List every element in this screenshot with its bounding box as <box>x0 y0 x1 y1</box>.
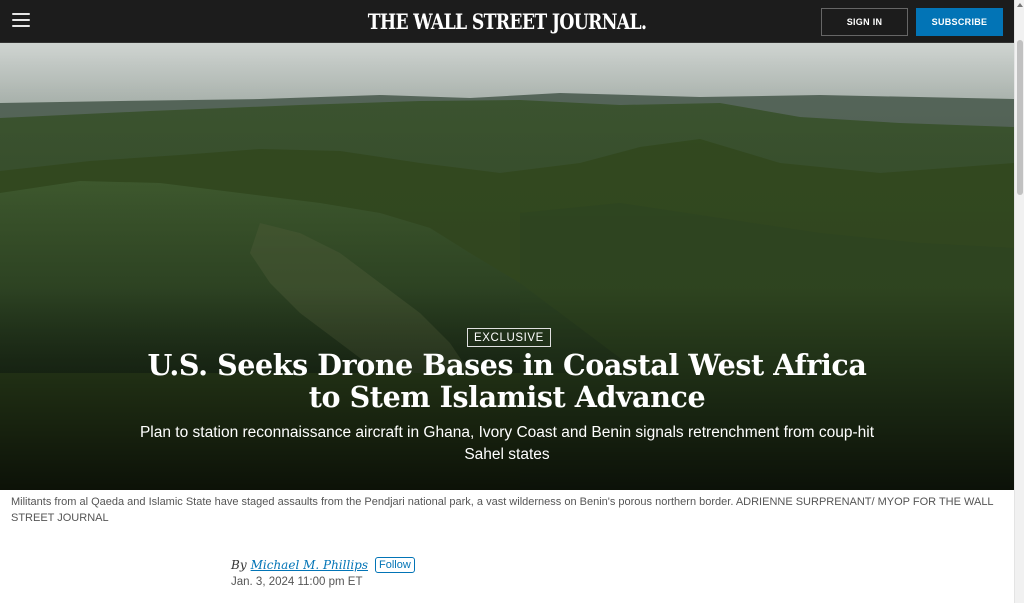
publish-timestamp: Jan. 3, 2024 11:00 pm ET <box>231 576 363 588</box>
byline: By Michael M. Phillips Follow <box>231 557 415 573</box>
headline-line-2: to Stem Islamist Advance <box>308 380 706 414</box>
photo-caption: Militants from al Qaeda and Islamic Stat… <box>11 496 994 524</box>
subscribe-button[interactable]: SUBSCRIBE <box>916 8 1003 36</box>
headline-line-1: U.S. Seeks Drone Bases in Coastal West A… <box>147 348 867 382</box>
hero-image: EXCLUSIVE U.S. Seeks Drone Bases in Coas… <box>0 43 1014 490</box>
scrollbar-thumb[interactable] <box>1017 40 1023 195</box>
article-dek: Plan to station reconnaissance aircraft … <box>139 424 875 463</box>
byline-prefix: By <box>231 558 247 572</box>
sign-in-button[interactable]: SIGN IN <box>821 8 908 36</box>
masthead-logo[interactable]: THE WALL STREET JOURNAL. <box>91 9 922 34</box>
scroll-up-arrow-icon[interactable] <box>1016 1 1024 9</box>
follow-author-button[interactable]: Follow <box>375 557 415 573</box>
site-header: THE WALL STREET JOURNAL. SIGN IN SUBSCRI… <box>0 0 1014 43</box>
hamburger-menu-icon[interactable] <box>12 12 30 28</box>
exclusive-badge: EXCLUSIVE <box>467 328 551 347</box>
author-link[interactable]: Michael M. Phillips <box>251 558 368 572</box>
article-headline: U.S. Seeks Drone Bases in Coastal West A… <box>100 349 914 413</box>
vertical-scrollbar[interactable] <box>1014 0 1024 603</box>
